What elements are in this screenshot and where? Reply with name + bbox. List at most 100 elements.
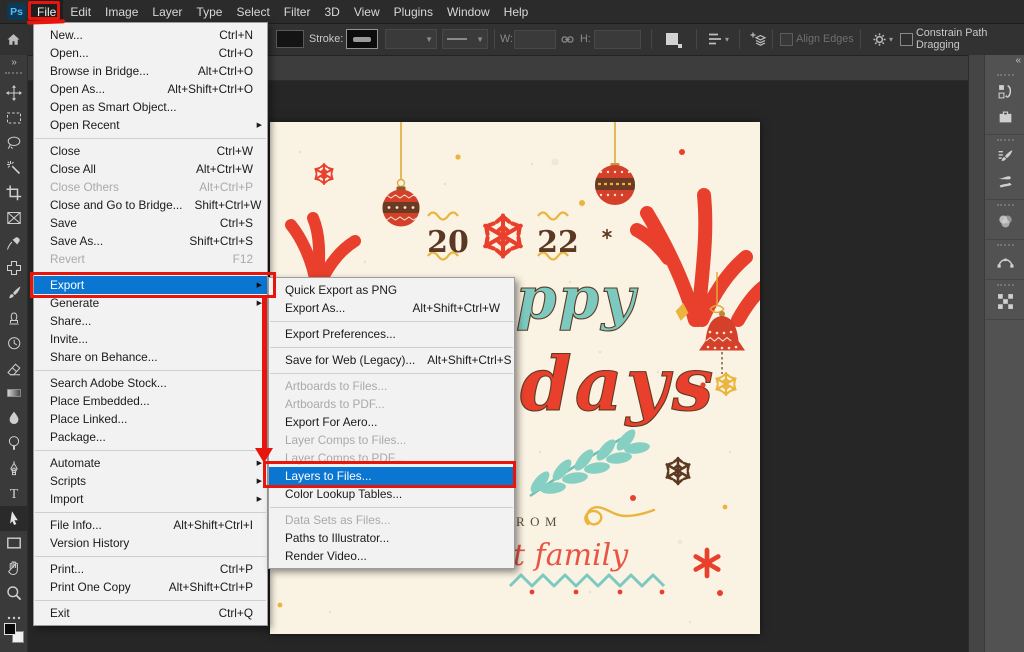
file-menu-item-new[interactable]: New...Ctrl+N	[34, 26, 267, 44]
type-tool[interactable]: T	[0, 481, 27, 506]
file-menu-item-package[interactable]: Package...	[34, 428, 267, 446]
fill-swatch[interactable]	[276, 23, 304, 55]
libraries-panel-icon[interactable]	[985, 104, 1024, 129]
foreground-background-swatches[interactable]	[4, 623, 24, 643]
file-menu-item-print-one-copy[interactable]: Print One CopyAlt+Shift+Ctrl+P	[34, 578, 267, 596]
path-alignment-button[interactable]: ▾	[707, 23, 729, 55]
file-menu-item-close[interactable]: CloseCtrl+W	[34, 142, 267, 160]
file-menu-item-close-and-go-to-bridge[interactable]: Close and Go to Bridge...Shift+Ctrl+W	[34, 196, 267, 214]
menu-item-shortcut: Ctrl+O	[207, 46, 253, 60]
export-submenu-item-export-for-aero[interactable]: Export For Aero...	[269, 413, 514, 431]
export-submenu-item-export-as[interactable]: Export As...Alt+Shift+Ctrl+W	[269, 299, 514, 317]
export-submenu-item-paths-to-illustrator[interactable]: Paths to Illustrator...	[269, 529, 514, 547]
foreground-color-swatch[interactable]	[4, 623, 16, 635]
menubar-item-3d[interactable]: 3D	[317, 0, 346, 23]
export-submenu-item-artboards-to-files: Artboards to Files...	[269, 377, 514, 395]
file-menu-item-version-history[interactable]: Version History	[34, 534, 267, 552]
file-menu-item-file-info[interactable]: File Info...Alt+Shift+Ctrl+I	[34, 516, 267, 534]
rectangle-tool[interactable]	[0, 531, 27, 556]
stroke-type-dropdown[interactable]: ▼	[442, 23, 488, 55]
menubar-item-file[interactable]: File	[30, 0, 63, 23]
dodge-tool[interactable]	[0, 431, 27, 456]
menubar-item-plugins[interactable]: Plugins	[387, 0, 440, 23]
file-menu-item-import[interactable]: Import▶	[34, 490, 267, 508]
export-submenu-item-color-lookup-tables[interactable]: Color Lookup Tables...	[269, 485, 514, 503]
menubar-item-layer[interactable]: Layer	[145, 0, 189, 23]
constrain-path-checkbox[interactable]	[900, 23, 913, 55]
file-menu-item-search-adobe-stock[interactable]: Search Adobe Stock...	[34, 374, 267, 392]
blur-tool[interactable]	[0, 406, 27, 431]
link-dimensions-icon[interactable]	[560, 23, 575, 55]
file-menu-item-close-all[interactable]: Close AllAlt+Ctrl+W	[34, 160, 267, 178]
photoshop-logo[interactable]: Ps	[7, 3, 26, 20]
file-menu-item-save[interactable]: SaveCtrl+S	[34, 214, 267, 232]
home-icon[interactable]	[6, 23, 21, 55]
brush-tool[interactable]	[0, 281, 27, 306]
shape-width-input[interactable]	[514, 23, 556, 55]
file-menu-item-share-on-behance[interactable]: Share on Behance...	[34, 348, 267, 366]
patterns-panel-icon[interactable]	[985, 289, 1024, 314]
export-submenu-item-quick-export-as-png[interactable]: Quick Export as PNG	[269, 281, 514, 299]
export-submenu-item-save-for-web-legacy[interactable]: Save for Web (Legacy)...Alt+Shift+Ctrl+S	[269, 351, 514, 369]
shape-height-input[interactable]	[594, 23, 641, 55]
crop-tool[interactable]	[0, 181, 27, 206]
file-menu-item-place-linked[interactable]: Place Linked...	[34, 410, 267, 428]
move-tool[interactable]	[0, 81, 27, 106]
path-selection-tool[interactable]	[0, 506, 27, 531]
paths-panel-icon[interactable]	[985, 249, 1024, 274]
menubar-item-select[interactable]: Select	[229, 0, 276, 23]
file-menu-item-open-as-smart-object[interactable]: Open as Smart Object...	[34, 98, 267, 116]
menubar-item-help[interactable]: Help	[497, 0, 536, 23]
expand-toolbar-icon[interactable]: »	[0, 57, 27, 68]
menubar-item-image[interactable]: Image	[98, 0, 145, 23]
align-edges-checkbox[interactable]	[780, 23, 793, 55]
menubar-item-edit[interactable]: Edit	[63, 0, 98, 23]
file-menu-item-exit[interactable]: ExitCtrl+Q	[34, 604, 267, 622]
menubar-item-view[interactable]: View	[347, 0, 387, 23]
file-menu-item-export[interactable]: Export▶	[34, 276, 267, 294]
stroke-swatch[interactable]	[346, 23, 378, 55]
frame-tool[interactable]	[0, 206, 27, 231]
shape-mode-button[interactable]	[666, 23, 678, 55]
file-menu-item-generate[interactable]: Generate▶	[34, 294, 267, 312]
file-menu-item-share[interactable]: Share...	[34, 312, 267, 330]
path-arrangement-button[interactable]	[749, 23, 767, 55]
healing-brush-tool[interactable]	[0, 256, 27, 281]
magic-wand-tool[interactable]	[0, 156, 27, 181]
export-submenu-item-render-video[interactable]: Render Video...	[269, 547, 514, 565]
file-menu-item-open-as[interactable]: Open As...Alt+Shift+Ctrl+O	[34, 80, 267, 98]
menubar-item-filter[interactable]: Filter	[277, 0, 318, 23]
file-menu-item-place-embedded[interactable]: Place Embedded...	[34, 392, 267, 410]
stroke-width-dropdown[interactable]: ▼	[385, 23, 437, 55]
file-menu-item-save-as[interactable]: Save As...Shift+Ctrl+S	[34, 232, 267, 250]
file-menu-item-automate[interactable]: Automate▶	[34, 454, 267, 472]
export-submenu-item-export-preferences[interactable]: Export Preferences...	[269, 325, 514, 343]
eraser-tool[interactable]	[0, 356, 27, 381]
history-panel-icon[interactable]	[985, 79, 1024, 104]
zoom-tool[interactable]	[0, 581, 27, 606]
brush-settings-panel-icon[interactable]	[985, 144, 1024, 169]
export-submenu-item-layers-to-files[interactable]: Layers to Files...	[269, 467, 514, 485]
gear-icon[interactable]: ▾	[872, 23, 893, 55]
color-panel-icon[interactable]	[985, 209, 1024, 234]
brushes-panel-icon[interactable]	[985, 169, 1024, 194]
eyedropper-tool[interactable]	[0, 231, 27, 256]
file-menu-item-open[interactable]: Open...Ctrl+O	[34, 44, 267, 62]
rectangular-marquee-tool[interactable]	[0, 106, 27, 131]
file-menu-item-browse-in-bridge[interactable]: Browse in Bridge...Alt+Ctrl+O	[34, 62, 267, 80]
menubar-item-window[interactable]: Window	[440, 0, 497, 23]
file-menu-item-print[interactable]: Print...Ctrl+P	[34, 560, 267, 578]
greeting-word-bottom: days	[520, 342, 716, 428]
file-menu-item-invite[interactable]: Invite...	[34, 330, 267, 348]
collapse-panels-icon[interactable]: «	[985, 55, 1024, 70]
gradient-tool[interactable]	[0, 381, 27, 406]
menu-item-shortcut: Shift+Ctrl+S	[177, 234, 253, 248]
lasso-tool[interactable]	[0, 131, 27, 156]
pen-tool[interactable]	[0, 456, 27, 481]
file-menu-item-scripts[interactable]: Scripts▶	[34, 472, 267, 490]
file-menu-item-open-recent[interactable]: Open Recent▶	[34, 116, 267, 134]
hand-tool[interactable]	[0, 556, 27, 581]
history-brush-tool[interactable]	[0, 331, 27, 356]
clone-stamp-tool[interactable]	[0, 306, 27, 331]
menubar-item-type[interactable]: Type	[189, 0, 229, 23]
